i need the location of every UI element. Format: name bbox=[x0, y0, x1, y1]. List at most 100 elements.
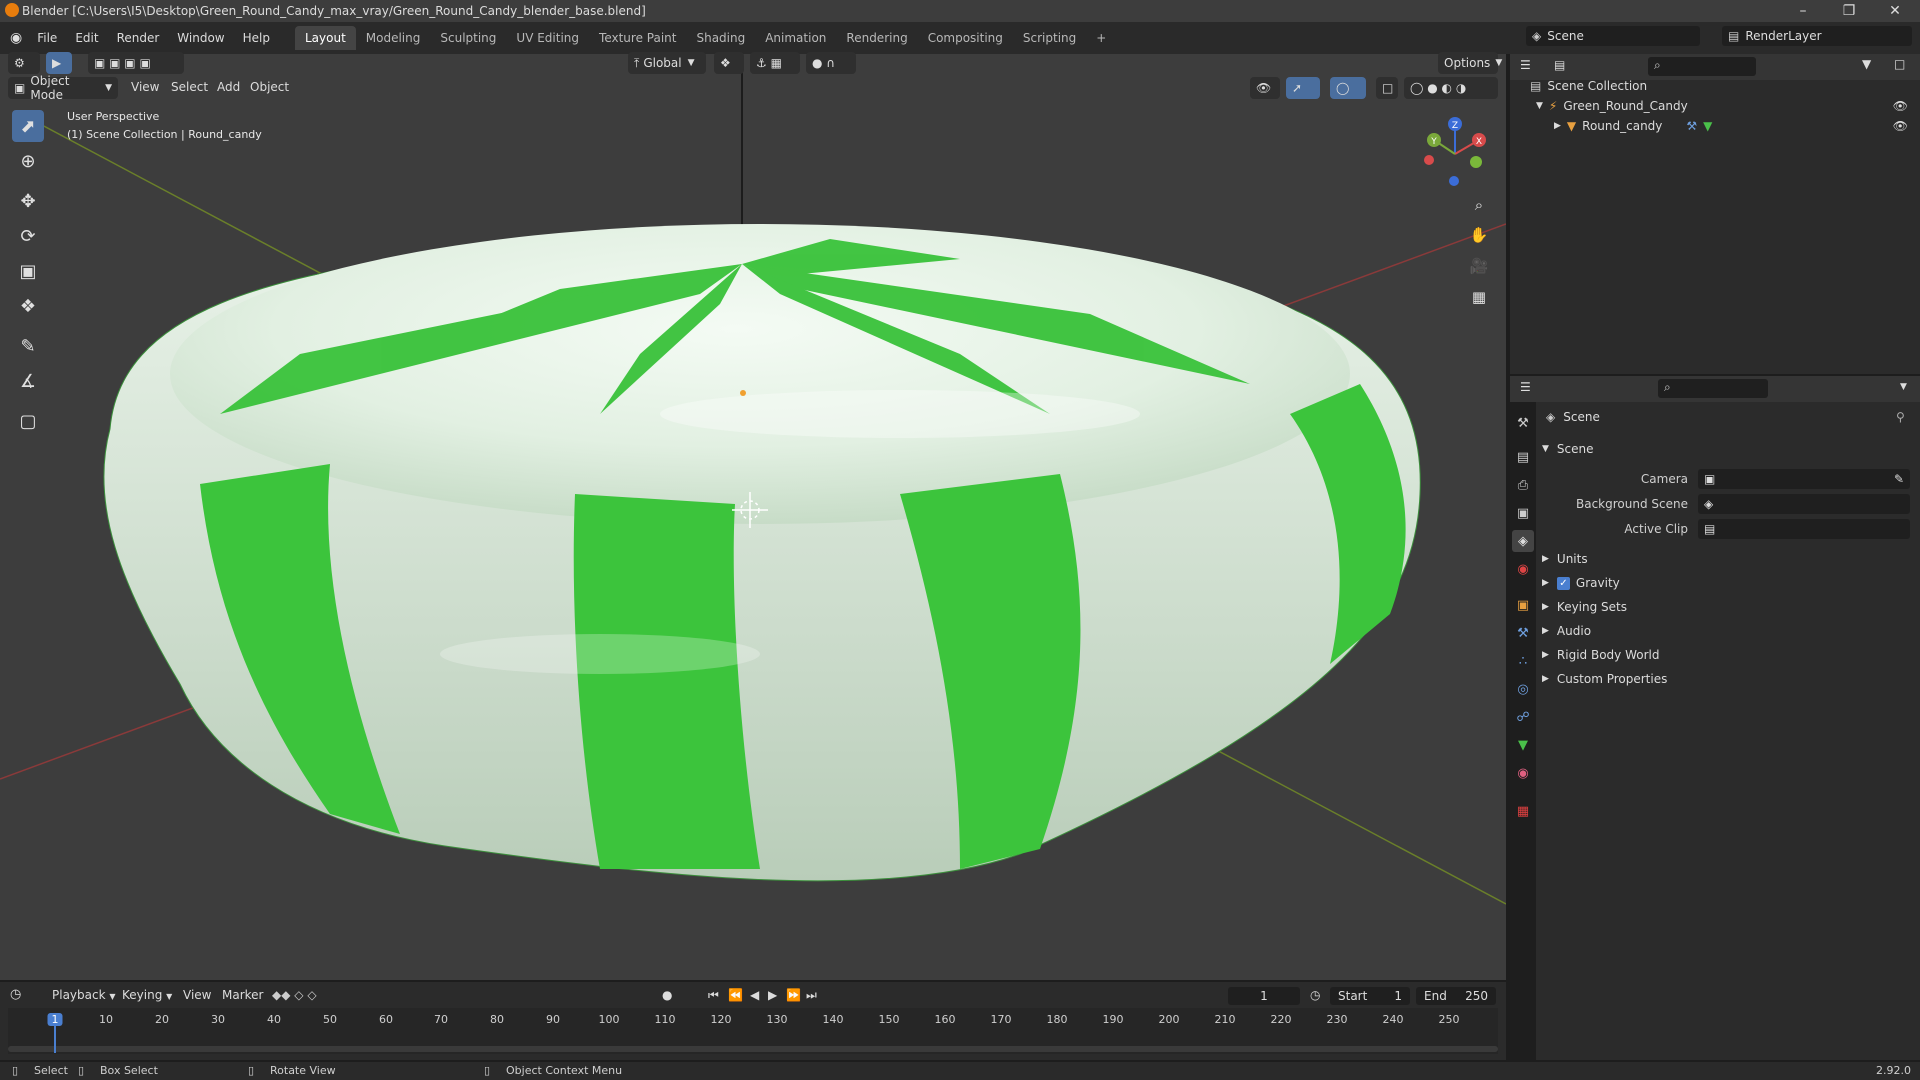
menu-window[interactable]: Window bbox=[168, 26, 233, 50]
rigid-body-world-panel-header[interactable]: ▶ Rigid Body World bbox=[1542, 644, 1914, 666]
outliner-editor-icon[interactable]: ☰ bbox=[1520, 58, 1531, 72]
gravity-panel-header[interactable]: ▶ ✓ Gravity bbox=[1542, 572, 1914, 594]
tab-sculpting[interactable]: Sculpting bbox=[430, 26, 506, 50]
marker-menu[interactable]: Marker bbox=[222, 988, 263, 1002]
physics-tab-icon[interactable]: ◎ bbox=[1512, 678, 1534, 700]
tool-tab-icon[interactable]: ⚒ bbox=[1512, 412, 1534, 434]
filter-icon[interactable]: ▼ bbox=[1862, 57, 1871, 71]
camera-view-icon[interactable]: 🎥 bbox=[1466, 253, 1492, 279]
keyframe-buttons[interactable]: ◆◆ ◇ ◇ bbox=[272, 988, 317, 1002]
eyedropper-icon[interactable]: ✎ bbox=[1894, 472, 1904, 486]
keying-menu[interactable]: Keying ▼ bbox=[122, 988, 172, 1002]
tab-modeling[interactable]: Modeling bbox=[356, 26, 431, 50]
play-reverse-button[interactable]: ◀ bbox=[750, 988, 759, 1002]
scale-tool[interactable]: ▣ bbox=[12, 255, 44, 287]
cursor-tool[interactable]: ⊕ bbox=[12, 145, 44, 177]
data-tab-icon[interactable]: ▼ bbox=[1512, 734, 1534, 756]
add-workspace-button[interactable]: + bbox=[1086, 26, 1116, 50]
tab-scripting[interactable]: Scripting bbox=[1013, 26, 1086, 50]
timeline-editor-type-button[interactable]: ◷ bbox=[10, 987, 21, 1002]
outliner-row-green-round-candy[interactable]: ▼ ⚡ Green_Round_Candy 👁 bbox=[1510, 96, 1920, 116]
blender-menu-icon[interactable]: ◉ bbox=[10, 30, 22, 46]
display-mode-icon[interactable]: ▤ bbox=[1554, 58, 1565, 72]
render-layer-selector[interactable]: ▤ RenderLayer bbox=[1722, 26, 1912, 46]
keying-sets-panel-header[interactable]: ▶ Keying Sets bbox=[1542, 596, 1914, 618]
render-tab-icon[interactable]: ▤ bbox=[1512, 446, 1534, 468]
overlay-toggle-button[interactable]: ◯ bbox=[1330, 77, 1366, 99]
zoom-icon[interactable]: ⌕ bbox=[1466, 192, 1492, 218]
visibility-button[interactable]: 👁 bbox=[1250, 77, 1280, 99]
scene-selector[interactable]: ◈ Scene bbox=[1526, 26, 1700, 46]
new-collection-icon[interactable]: □ bbox=[1894, 57, 1905, 71]
audio-panel-header[interactable]: ▶ Audio bbox=[1542, 620, 1914, 642]
object-tab-icon[interactable]: ▣ bbox=[1512, 594, 1534, 616]
chevron-down-icon[interactable]: ▼ bbox=[1900, 382, 1907, 392]
tab-shading[interactable]: Shading bbox=[686, 26, 755, 50]
editor-type-button[interactable]: ⚙ bbox=[8, 52, 40, 74]
jump-end-button[interactable]: ⏭ bbox=[806, 988, 817, 1003]
menu-file[interactable]: File bbox=[28, 26, 66, 50]
tab-compositing[interactable]: Compositing bbox=[918, 26, 1013, 50]
prev-keyframe-button[interactable]: ⏪ bbox=[728, 988, 743, 1002]
world-tab-icon[interactable]: ◉ bbox=[1512, 558, 1534, 580]
select-mode-button[interactable]: ▶ bbox=[46, 52, 72, 74]
preview-range-icon[interactable]: ◷ bbox=[1310, 988, 1320, 1002]
menu-help[interactable]: Help bbox=[234, 26, 279, 50]
shading-mode-group[interactable]: ◯ ● ◐ ◑ bbox=[1404, 77, 1498, 99]
annotate-tool[interactable]: ✎ bbox=[12, 330, 44, 362]
constraints-tab-icon[interactable]: ☍ bbox=[1512, 706, 1534, 728]
properties-search-input[interactable]: ⌕ bbox=[1658, 379, 1768, 398]
active-clip-field[interactable]: ▤ bbox=[1698, 519, 1910, 539]
viewport-menu-add[interactable]: Add bbox=[217, 80, 240, 94]
play-button[interactable]: ▶ bbox=[768, 988, 777, 1002]
ortho-grid-icon[interactable]: ▦ bbox=[1466, 284, 1492, 310]
outliner-search-input[interactable]: ⌕ bbox=[1648, 57, 1756, 76]
viewport-menu-view[interactable]: View bbox=[131, 80, 159, 94]
next-keyframe-button[interactable]: ⏩ bbox=[786, 988, 801, 1002]
gravity-checkbox[interactable]: ✓ bbox=[1556, 576, 1570, 590]
viewport-menu-select[interactable]: Select bbox=[171, 80, 208, 94]
tab-texture-paint[interactable]: Texture Paint bbox=[589, 26, 686, 50]
tab-rendering[interactable]: Rendering bbox=[836, 26, 917, 50]
properties-editor-icon[interactable]: ☰ bbox=[1520, 380, 1531, 394]
select-box-tool[interactable]: ⬈ bbox=[12, 110, 44, 142]
measure-tool[interactable]: ∡ bbox=[12, 365, 44, 397]
transform-orientation-dropdown[interactable]: ⤒ Global ▼ bbox=[628, 52, 706, 74]
eye-icon[interactable]: 👁 bbox=[1893, 119, 1908, 133]
proportional-edit-button[interactable]: ● ∩ bbox=[806, 52, 856, 74]
gizmo-toggle-button[interactable]: ➚ bbox=[1286, 77, 1320, 99]
record-button[interactable]: ● bbox=[662, 988, 672, 1002]
scene-panel-header[interactable]: ▼ Scene bbox=[1542, 438, 1914, 460]
navigation-gizmo[interactable]: Z X Y bbox=[1420, 114, 1500, 194]
end-frame-field[interactable]: End 250 bbox=[1416, 987, 1496, 1005]
rotate-tool[interactable]: ⟳ bbox=[12, 220, 44, 252]
pivot-button[interactable]: ❖ bbox=[714, 52, 744, 74]
material-tab-icon[interactable]: ◉ bbox=[1512, 762, 1534, 784]
current-frame-field[interactable]: 1 bbox=[1228, 987, 1300, 1005]
playback-menu[interactable]: Playback ▼ bbox=[52, 988, 116, 1002]
snap-button[interactable]: ⚓ ▦ bbox=[750, 52, 800, 74]
outliner-row-round-candy[interactable]: ▶ ▼ Round_candy ⚒ ▼ 👁 bbox=[1510, 116, 1920, 136]
viewport-menu-object[interactable]: Object bbox=[250, 80, 289, 94]
maximize-button[interactable]: ❐ bbox=[1826, 0, 1872, 22]
selection-mode-group[interactable]: ▣ ▣ ▣ ▣ bbox=[88, 52, 184, 74]
texture-tab-icon[interactable]: ▦ bbox=[1512, 800, 1534, 822]
custom-properties-panel-header[interactable]: ▶ Custom Properties bbox=[1542, 668, 1914, 690]
modifier-tab-icon[interactable]: ⚒ bbox=[1512, 622, 1534, 644]
minimize-button[interactable]: – bbox=[1780, 0, 1826, 22]
expand-arrow-icon[interactable]: ▼ bbox=[1536, 101, 1543, 111]
jump-start-button[interactable]: ⏮ bbox=[708, 988, 719, 1003]
tab-layout[interactable]: Layout bbox=[294, 26, 356, 50]
eye-icon[interactable]: 👁 bbox=[1893, 99, 1908, 113]
tab-animation[interactable]: Animation bbox=[755, 26, 836, 50]
start-frame-field[interactable]: Start 1 bbox=[1330, 987, 1410, 1005]
object-mode-dropdown[interactable]: ▣ Object Mode ▼ bbox=[8, 74, 118, 102]
background-scene-field[interactable]: ◈ bbox=[1698, 494, 1910, 514]
options-dropdown[interactable]: Options ▼ bbox=[1438, 52, 1502, 74]
move-tool[interactable]: ✥ bbox=[12, 185, 44, 217]
outliner-row-scene-collection[interactable]: ▤ Scene Collection bbox=[1510, 76, 1920, 96]
expand-arrow-icon[interactable]: ▶ bbox=[1554, 121, 1561, 131]
particles-tab-icon[interactable]: ∴ bbox=[1512, 650, 1534, 672]
3d-viewport[interactable]: User Perspective (1) Scene Collection | … bbox=[0, 54, 1506, 980]
xray-button[interactable]: □ bbox=[1376, 77, 1398, 99]
